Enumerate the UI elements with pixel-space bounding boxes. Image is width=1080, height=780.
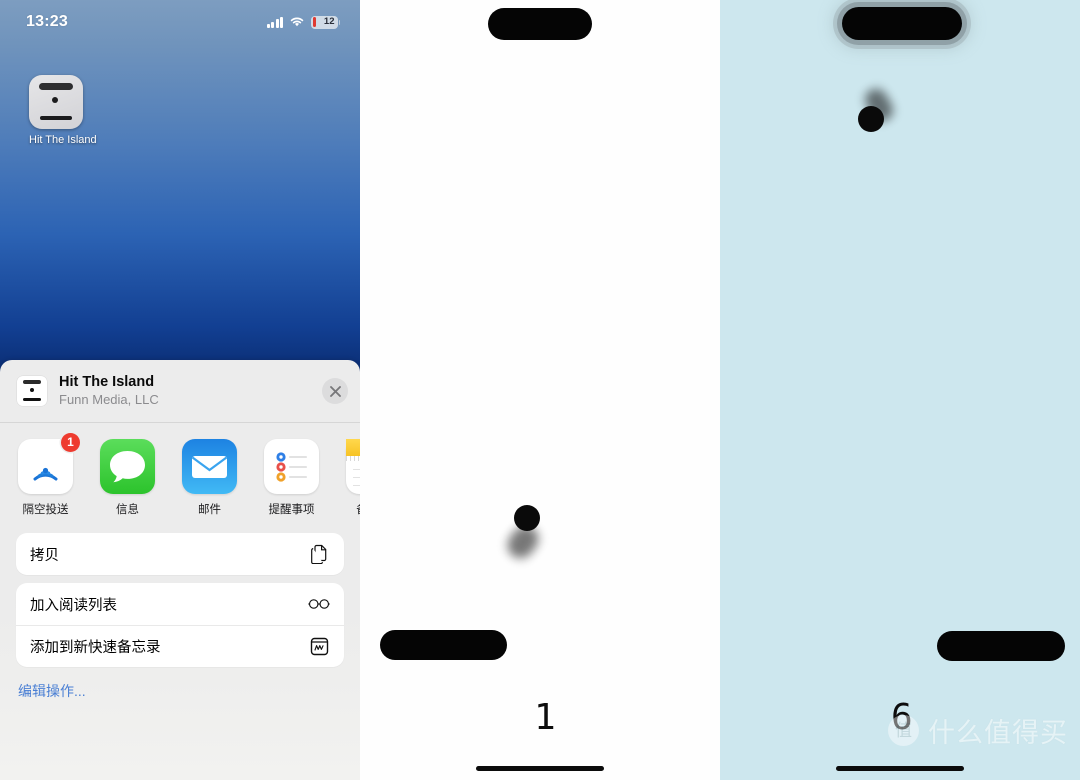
share-target-messages[interactable]: 信息: [100, 439, 155, 517]
watermark: 值 什么值得买: [888, 711, 1068, 750]
score-value: 1: [534, 697, 556, 738]
share-sheet: Hit The Island Funn Media, LLC 1 隔空投送 信息…: [0, 360, 360, 780]
mail-icon: [182, 439, 237, 494]
share-targets-row[interactable]: 1 隔空投送 信息 邮件 提醒事项: [0, 423, 360, 525]
home-indicator[interactable]: [836, 766, 964, 771]
hit-the-island-app-icon: [29, 75, 83, 129]
share-sheet-subtitle: Funn Media, LLC: [59, 392, 159, 408]
share-target-notes[interactable]: 备忘录: [346, 439, 360, 517]
share-target-airdrop[interactable]: 1 隔空投送: [18, 433, 80, 517]
screenshot-stage: 13:23 12 Hit The Island Hit The Island F…: [0, 0, 1080, 780]
share-target-label: 备忘录: [346, 501, 360, 517]
game-ball: [858, 106, 884, 132]
share-target-label: 信息: [116, 504, 139, 516]
reminders-icon: [264, 439, 319, 494]
panel-game-white[interactable]: 1: [360, 0, 720, 780]
copy-icon: [308, 543, 330, 565]
action-label: 添加到新快速备忘录: [30, 640, 161, 656]
messages-icon: [100, 439, 155, 494]
action-label: 加入阅读列表: [30, 597, 117, 614]
share-sheet-thumbnail: [17, 376, 47, 406]
panel-game-blue[interactable]: 6 值 什么值得买: [720, 0, 1080, 780]
battery-indicator: 12: [311, 15, 341, 29]
dynamic-island-target: [488, 8, 592, 40]
action-row-quick-note[interactable]: 添加到新快速备忘录: [16, 625, 344, 667]
share-sheet-header: Hit The Island Funn Media, LLC: [0, 360, 360, 423]
panel-home-share-sheet: 13:23 12 Hit The Island Hit The Island F…: [0, 0, 360, 780]
quick-note-icon: [308, 636, 330, 658]
dynamic-island-target-glowing: [842, 7, 962, 40]
game-ball: [514, 505, 540, 531]
actions-group-primary: 拷贝: [16, 533, 344, 575]
share-target-label: 隔空投送: [22, 504, 69, 516]
share-target-mail[interactable]: 邮件: [182, 439, 237, 517]
status-bar: 13:23 12: [0, 0, 360, 44]
action-row-reading-list[interactable]: 加入阅读列表: [16, 583, 344, 625]
status-indicators: 12: [266, 15, 341, 29]
actions-group-secondary: 加入阅读列表 添加到新快速备忘录: [16, 583, 344, 667]
close-button[interactable]: [322, 378, 348, 404]
status-time: 13:23: [26, 13, 68, 30]
share-target-label: 提醒事项: [268, 504, 315, 516]
home-indicator[interactable]: [476, 766, 604, 771]
notes-icon: [346, 439, 360, 494]
player-paddle[interactable]: [380, 630, 507, 660]
wifi-icon: [289, 16, 305, 28]
watermark-logo: 值: [888, 715, 919, 746]
edit-actions-link[interactable]: 编辑操作...: [18, 681, 360, 701]
share-target-reminders[interactable]: 提醒事项: [264, 439, 319, 517]
airdrop-badge: 1: [61, 433, 80, 452]
airdrop-icon: 1: [18, 433, 80, 494]
cellular-bars-icon: [266, 16, 283, 28]
battery-level: 12: [323, 16, 335, 28]
share-target-label: 邮件: [198, 504, 221, 516]
watermark-text: 什么值得买: [928, 718, 1068, 748]
player-paddle[interactable]: [937, 631, 1065, 661]
action-row-copy[interactable]: 拷贝: [16, 533, 344, 575]
close-icon: [329, 385, 341, 397]
home-app-label: Hit The Island: [29, 134, 97, 146]
action-label: 拷贝: [30, 547, 59, 564]
glasses-icon: [308, 593, 330, 615]
home-app-hit-the-island[interactable]: Hit The Island: [29, 75, 97, 146]
share-sheet-titles: Hit The Island Funn Media, LLC: [59, 373, 322, 409]
share-sheet-title: Hit The Island: [59, 373, 155, 390]
